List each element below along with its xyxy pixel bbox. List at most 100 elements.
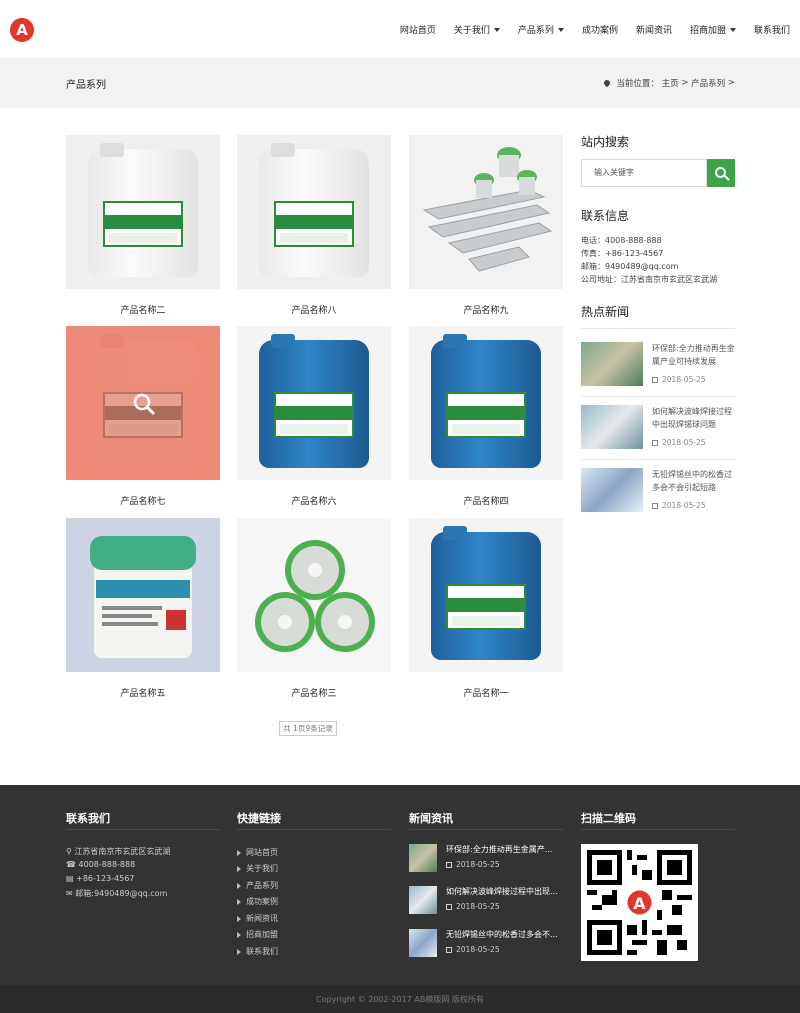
footer-link[interactable]: 产品系列 [237,880,278,891]
footer-news-item[interactable]: 环保部:全力推动再生金属产... 2018-05-25 [409,844,569,874]
fax-icon: ▤ [66,874,77,883]
footer-link-label[interactable]: 成功案例 [246,897,278,906]
news-thumbnail[interactable] [409,929,437,957]
footer-link-label[interactable]: 网站首页 [246,848,278,857]
news-date: 2018-05-25 [446,902,500,911]
divider [581,459,735,460]
hot-news-item[interactable]: 环保部:全力推动再生金属产业可持续发展 2018-05-25 [581,342,735,400]
product-image[interactable] [66,518,220,672]
product-card[interactable]: 产品名称三 [237,518,391,699]
footer-link-label[interactable]: 关于我们 [246,864,278,873]
footer-link[interactable]: 联系我们 [237,946,278,957]
footer-link-label[interactable]: 产品系列 [246,881,278,890]
nav-about[interactable]: 关于我们 [454,23,500,36]
calendar-icon [446,862,452,868]
divider [66,829,220,830]
product-name[interactable]: 产品名称一 [409,686,563,699]
logo[interactable]: A [10,18,34,42]
nav-home[interactable]: 网站首页 [400,23,436,36]
product-image[interactable] [66,135,220,289]
product-name[interactable]: 产品名称七 [66,494,220,507]
news-title[interactable]: 如何解决波峰焊接过程中出现... [446,886,566,897]
page-banner: 产品系列 当前位置： 主页 > 产品系列 > [0,58,800,108]
product-card[interactable]: 产品名称八 [237,135,391,316]
breadcrumb-home[interactable]: 主页 [662,77,679,89]
nav-contact[interactable]: 联系我们 [754,23,790,36]
arrow-right-icon [237,948,241,955]
footer-link[interactable]: 网站首页 [237,847,278,858]
hot-news-item[interactable]: 如何解决波峰焊接过程中出现焊锡球问题 2018-05-25 [581,405,735,463]
footer-link[interactable]: 新闻资讯 [237,913,278,924]
footer-link-label[interactable]: 联系我们 [246,947,278,956]
news-thumbnail[interactable] [581,468,643,512]
product-image[interactable] [237,518,391,672]
product-name[interactable]: 产品名称九 [409,303,563,316]
news-title[interactable]: 无铅焊锡丝中的松香过多会不会引起短路 [652,468,737,494]
product-card[interactable]: 产品名称五 [66,518,220,699]
product-name[interactable]: 产品名称五 [66,686,220,699]
product-card[interactable]: 产品名称七 [66,326,220,507]
breadcrumb: 当前位置： 主页 > 产品系列 > [603,77,735,89]
product-image[interactable] [66,326,220,480]
product-card[interactable]: 产品名称六 [237,326,391,507]
footer-link-label[interactable]: 招商加盟 [246,930,278,939]
hot-news-heading: 热点新闻 [581,305,630,319]
footer-news-item[interactable]: 无铅焊锡丝中的松香过多会不... 2018-05-25 [409,929,569,959]
nav-label: 网站首页 [399,25,436,36]
news-title[interactable]: 如何解决波峰焊接过程中出现焊锡球问题 [652,405,737,431]
footer-fax: ▤ +86-123-4567 [66,874,134,883]
logo-letter: A [16,21,28,39]
search-button[interactable] [707,159,735,187]
arrow-right-icon [237,931,241,938]
breadcrumb-current[interactable]: 产品系列 [691,77,725,89]
arrow-right-icon [237,898,241,905]
product-image[interactable] [409,326,563,480]
nav-cases[interactable]: 成功案例 [582,23,618,36]
footer-address: ⚲ 江苏省南京市玄武区玄武湖 [66,846,170,857]
product-card[interactable]: 产品名称二 [66,135,220,316]
breadcrumb-end: > [727,78,735,88]
footer-link-label[interactable]: 新闻资讯 [246,914,278,923]
footer-link[interactable]: 招商加盟 [237,929,278,940]
product-name[interactable]: 产品名称三 [237,686,391,699]
product-image[interactable] [237,326,391,480]
hot-news-item[interactable]: 无铅焊锡丝中的松香过多会不会引起短路 2018-05-25 [581,468,735,526]
nav-label: 联系我们 [753,25,790,36]
footer-link[interactable]: 成功案例 [237,896,278,907]
calendar-icon [446,904,452,910]
product-card[interactable]: 产品名称四 [409,326,563,507]
footer-news-item[interactable]: 如何解决波峰焊接过程中出现... 2018-05-25 [409,886,569,916]
news-thumbnail[interactable] [581,342,643,386]
news-thumbnail[interactable] [581,405,643,449]
breadcrumb-sep: > [681,78,689,88]
news-thumbnail[interactable] [409,886,437,914]
date-text: 2018-05-25 [662,375,706,384]
product-image[interactable] [409,135,563,289]
divider [409,829,563,830]
news-date: 2018-05-25 [446,860,500,869]
product-card[interactable]: 产品名称一 [409,518,563,699]
nav-franchise[interactable]: 招商加盟 [690,23,736,36]
product-image[interactable] [237,135,391,289]
nav-products[interactable]: 产品系列 [518,23,564,36]
footer-links-heading: 快捷链接 [237,812,281,825]
news-title[interactable]: 环保部:全力推动再生金属产业可持续发展 [652,342,737,368]
news-title[interactable]: 环保部:全力推动再生金属产... [446,844,566,855]
zoom-icon[interactable] [132,392,156,416]
product-name[interactable]: 产品名称八 [237,303,391,316]
product-name[interactable]: 产品名称二 [66,303,220,316]
product-name[interactable]: 产品名称六 [237,494,391,507]
nav-news[interactable]: 新闻资讯 [636,23,672,36]
news-thumbnail[interactable] [409,844,437,872]
product-image[interactable] [409,518,563,672]
copyright: Copyright © 2002-2017 AB模版网 版权所有 [0,985,800,1013]
footer-email-text: 邮箱:9490489@qq.com [75,889,168,898]
product-card[interactable]: 产品名称九 [409,135,563,316]
news-title[interactable]: 无铅焊锡丝中的松香过多会不... [446,929,566,940]
phone-icon: ☎ [66,860,79,869]
contact-address: 公司地址：江苏省南京市玄武区玄武湖 [581,275,717,284]
footer-link[interactable]: 关于我们 [237,863,278,874]
search-input[interactable]: 输入关键字 [581,159,707,187]
date-text: 2018-05-25 [456,945,500,954]
product-name[interactable]: 产品名称四 [409,494,563,507]
